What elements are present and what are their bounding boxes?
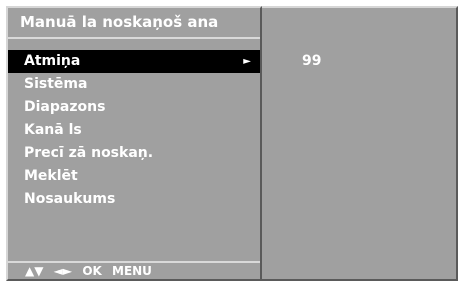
menu-item-label: Nosaukums xyxy=(24,191,116,207)
menu-title: Manuā la noskaņoš ana xyxy=(8,8,260,39)
left-right-arrows-icon: ◄► xyxy=(53,264,73,278)
value-panel: 99 xyxy=(262,6,458,281)
menu-item-label: Atmiņa xyxy=(24,53,81,69)
menu-item-label: Precī zā noskaņ. xyxy=(24,145,154,161)
menu-item-label: Diapazons xyxy=(24,99,106,115)
menu-item-diapazons[interactable]: Diapazons xyxy=(8,96,260,119)
menu-panel: Manuā la noskaņoš ana Atmiņa ► Sistēma D… xyxy=(6,6,262,281)
help-bar: ▲▼ ◄► OK MENU xyxy=(8,261,260,279)
menu-item-preciza-noskan[interactable]: Precī zā noskaņ. xyxy=(8,142,260,165)
up-down-arrows-icon: ▲▼ xyxy=(25,264,44,278)
menu-item-kanals[interactable]: Kanā ls xyxy=(8,119,260,142)
right-arrow-icon: ► xyxy=(243,56,251,67)
menu-item-nosaukums[interactable]: Nosaukums xyxy=(8,188,260,211)
memory-value: 99 xyxy=(302,53,322,69)
ok-hint: OK xyxy=(82,264,102,278)
menu-item-sistema[interactable]: Sistēma xyxy=(8,73,260,96)
menu-item-label: Sistēma xyxy=(24,76,88,92)
menu-item-meklet[interactable]: Meklēt xyxy=(8,165,260,188)
menu-list: Atmiņa ► Sistēma Diapazons Kanā ls Precī… xyxy=(8,50,260,211)
menu-item-atmina[interactable]: Atmiņa ► xyxy=(8,50,260,73)
menu-item-label: Kanā ls xyxy=(24,122,82,138)
menu-item-label: Meklēt xyxy=(24,168,78,184)
menu-hint: MENU xyxy=(112,264,152,278)
